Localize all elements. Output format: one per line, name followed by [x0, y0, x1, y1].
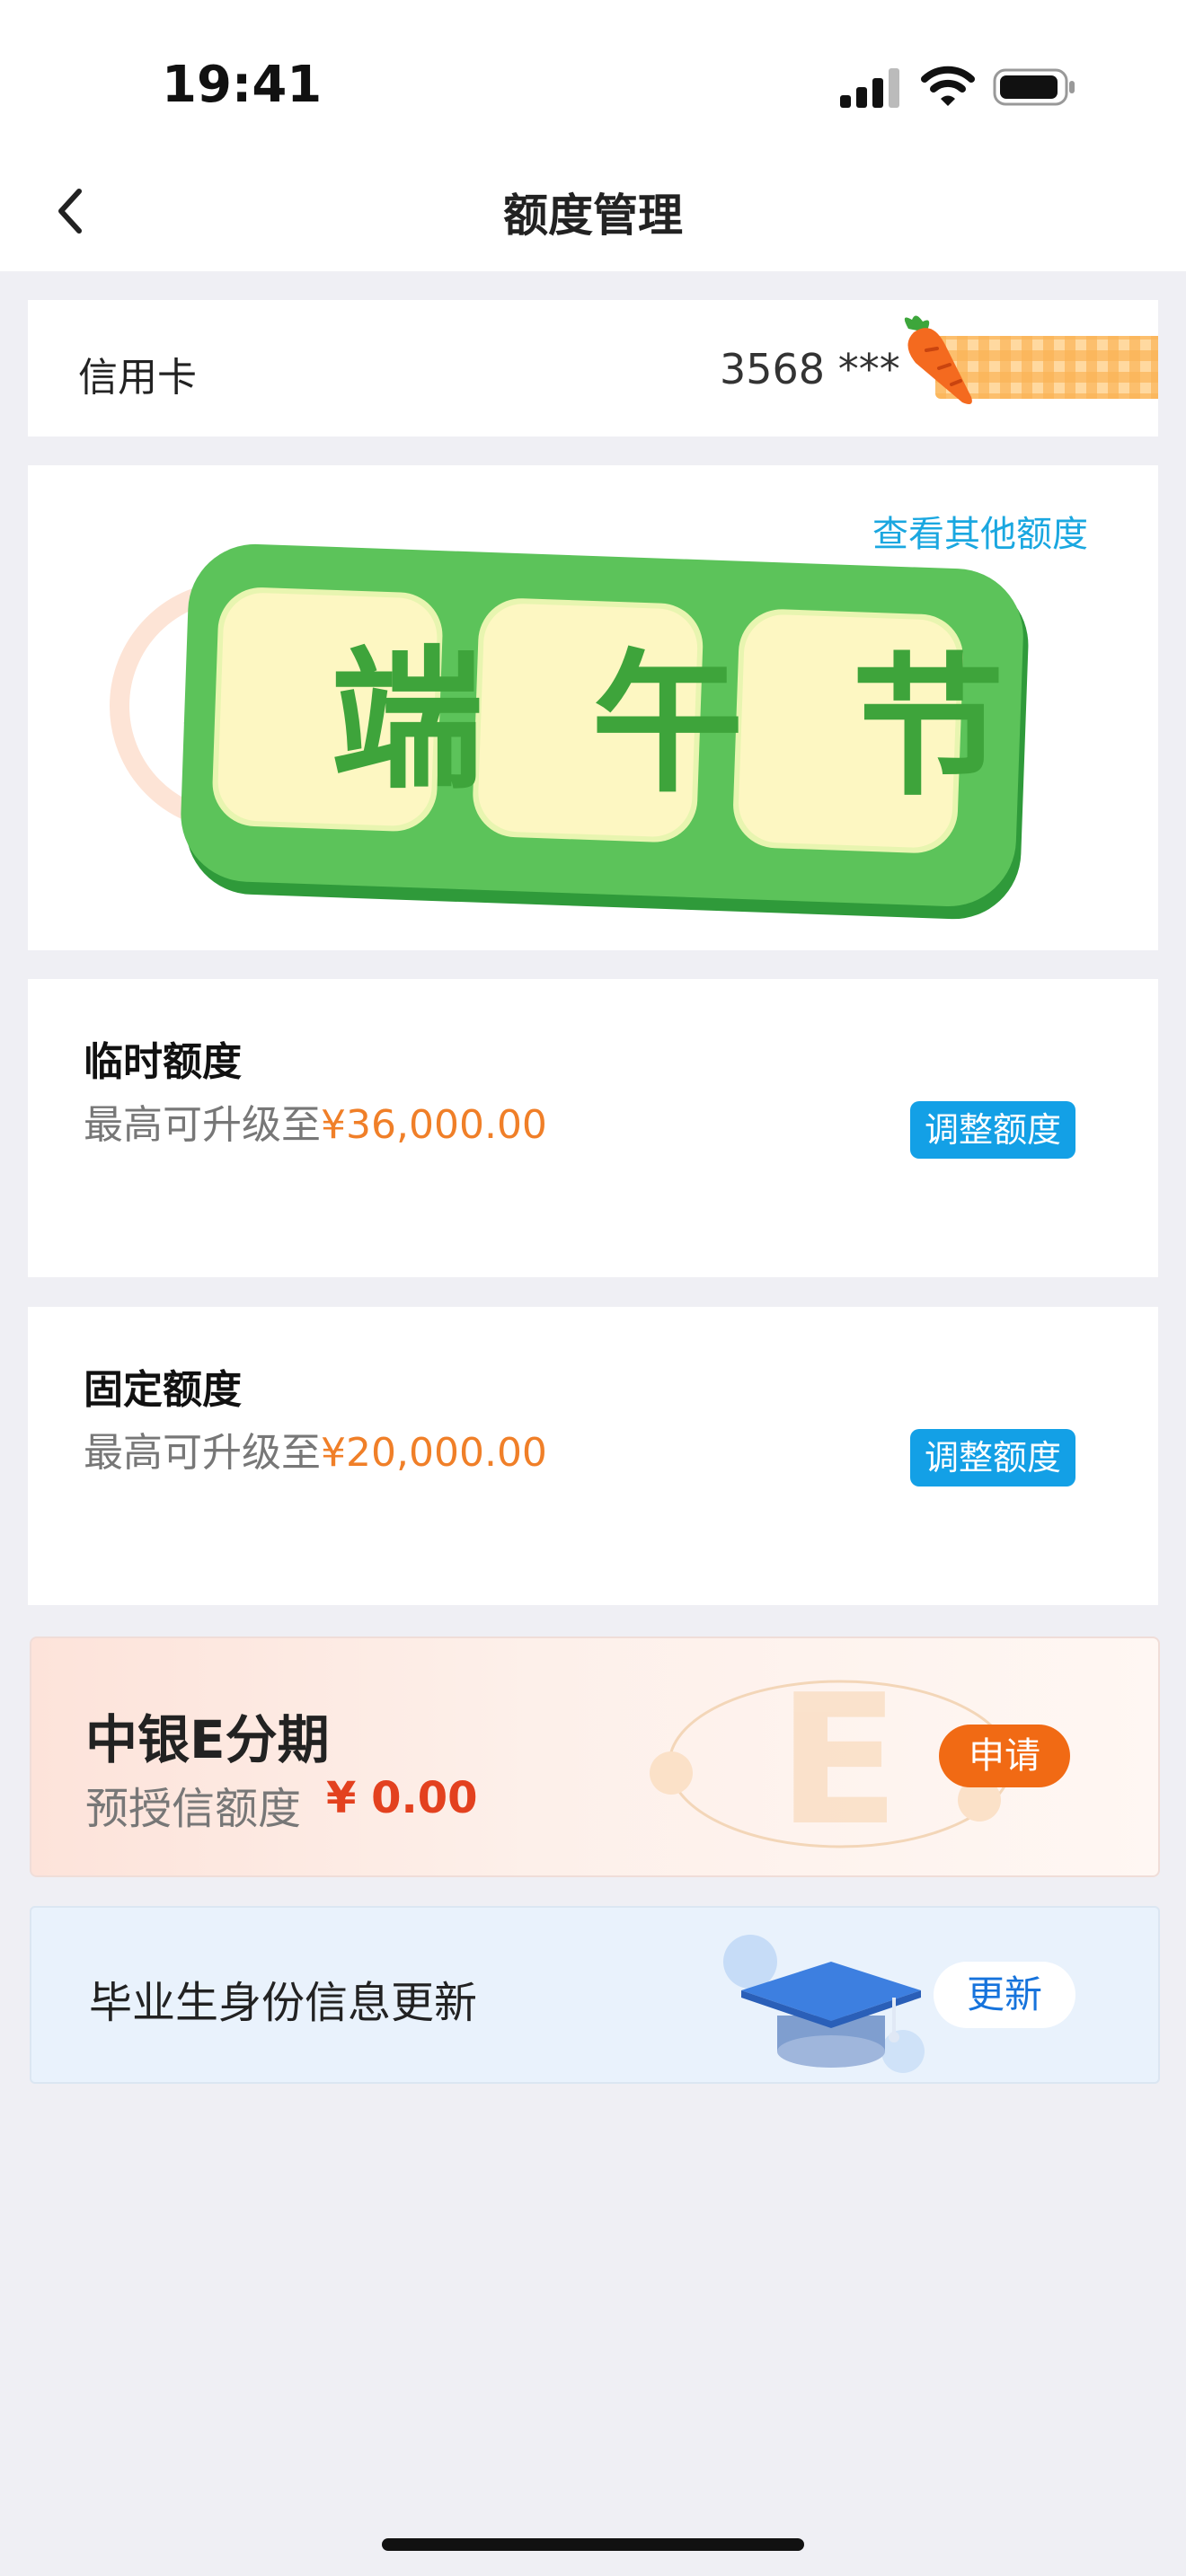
- svg-text:E: E: [777, 1656, 900, 1863]
- e-installment-title: 中银E分期: [85, 1709, 330, 1770]
- battery-icon: [993, 68, 1075, 106]
- status-time: 19:41: [162, 56, 323, 114]
- account-type-label: 信用卡: [78, 355, 197, 401]
- limit-prefix: 最高可升级至: [84, 1102, 321, 1148]
- fixed-max-amount: ¥20,000.00: [321, 1430, 547, 1476]
- temporary-quota-card: 临时额度 最高可升级至¥36,000.00 调整额度: [28, 979, 1158, 1277]
- total-quota-card: 查看其他额度 ¥ 端 午 节: [28, 465, 1158, 950]
- graduation-cap-icon: [723, 1935, 925, 2073]
- adjust-temporary-quota-button[interactable]: 调整额度: [910, 1101, 1075, 1159]
- wifi-icon: [921, 66, 975, 106]
- graduate-update-card[interactable]: 毕业生身份信息更新 更新: [30, 1906, 1160, 2084]
- temporary-max-amount: ¥36,000.00: [321, 1102, 547, 1148]
- fixed-quota-title: 固定额度: [84, 1367, 242, 1413]
- fixed-quota-card: 固定额度 最高可升级至¥20,000.00 调整额度: [28, 1307, 1158, 1605]
- card-number: 3568 ***: [720, 345, 900, 393]
- update-button[interactable]: 更新: [934, 1962, 1075, 2028]
- account-card[interactable]: 信用卡 3568 ***: [28, 300, 1158, 437]
- festival-char-3: 节: [851, 640, 1005, 817]
- festival-char-2: 午: [590, 636, 744, 814]
- carrot-icon: [904, 315, 972, 404]
- pre-credit-label: 预授信额度: [85, 1784, 302, 1834]
- pre-credit-amount: ¥ 0.00: [326, 1773, 478, 1823]
- back-chevron-icon[interactable]: [52, 184, 88, 238]
- fixed-quota-limit: 最高可升级至¥20,000.00: [84, 1420, 547, 1478]
- apply-button[interactable]: 申请: [939, 1725, 1070, 1787]
- signal-icon: [840, 68, 899, 108]
- home-indicator[interactable]: [382, 2538, 804, 2551]
- adjust-fixed-quota-button[interactable]: 调整额度: [910, 1429, 1075, 1486]
- temporary-quota-limit: 最高可升级至¥36,000.00: [84, 1092, 547, 1150]
- e-installment-card[interactable]: E 中银E分期 预授信额度 ¥ 0.00 申请: [30, 1636, 1160, 1877]
- festival-char-1: 端: [330, 632, 483, 810]
- limit-prefix: 最高可升级至: [84, 1430, 321, 1476]
- page-title: 额度管理: [503, 190, 683, 242]
- temporary-quota-title: 临时额度: [84, 1039, 242, 1085]
- graduate-update-title: 毕业生身份信息更新: [89, 1978, 478, 2028]
